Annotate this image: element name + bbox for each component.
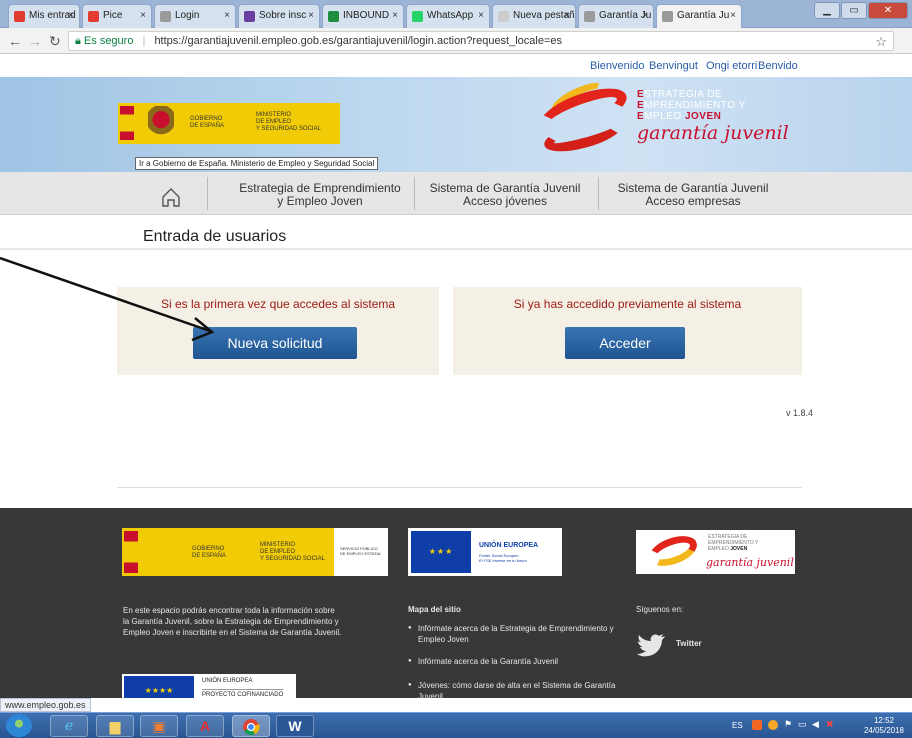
site-footer: GOBIERNO DE ESPAÑA MINISTERIO DE EMPLEO Y S… — [0, 508, 912, 698]
file-explorer-icon[interactable]: ▆ — [96, 715, 134, 737]
footer-government-logo[interactable]: GOBIERNO DE ESPAÑA MINISTERIO DE EMPLEO Y S… — [122, 528, 388, 576]
twitter-icon[interactable] — [636, 633, 666, 657]
footer-gov-text: GOBIERNO DE ESPAÑA — [192, 546, 226, 559]
tab-close-icon[interactable]: × — [564, 10, 570, 21]
web-page: Bienvenido Benvingut Ongi etorri Benvido… — [0, 55, 912, 698]
sitemap-link-registration[interactable]: Jóvenes: cómo darse de alta en el Sistem… — [408, 680, 628, 698]
sitemap-heading: Mapa del sitio — [408, 605, 461, 614]
tab-close-icon[interactable]: × — [68, 10, 74, 21]
alert-icon[interactable]: ✖ — [826, 719, 836, 729]
tab-favicon-icon — [584, 11, 595, 22]
tab-close-icon[interactable]: × — [224, 10, 230, 21]
browser-tab[interactable]: Pice × — [82, 4, 152, 28]
tab-favicon-icon — [412, 11, 423, 22]
chrome-icon[interactable] — [232, 715, 270, 737]
tab-close-icon[interactable]: × — [478, 10, 484, 21]
logo-swirl — [645, 530, 701, 572]
footer-garantia-juvenil-logo[interactable]: ESTRATEGIA DE EMPRENDIMIENTO Y EMPLEO JOV… — [636, 530, 795, 574]
tab-favicon-icon — [328, 11, 339, 22]
browser-tab[interactable]: Sobre insc × — [238, 4, 320, 28]
tab-close-icon[interactable]: × — [140, 10, 146, 21]
sitemap-link-garantia[interactable]: Infórmate acerca de la Garantía Juvenil — [408, 656, 628, 667]
status-bar-url: www.empleo.gob.es — [0, 698, 91, 712]
internet-explorer-icon[interactable]: e — [50, 715, 88, 737]
footer-sepe-logo: SERVICIO PÚBLICO DE EMPLEO ESTATAL — [334, 528, 388, 576]
eu-flag-icon: ★★★★ — [124, 676, 194, 698]
annotation-arrow — [0, 256, 215, 342]
footer-gj-script: garantía juvenil — [706, 556, 794, 569]
follow-label: Síguenos en: — [636, 605, 684, 614]
eu-flag-icon: ★★★ — [411, 531, 471, 573]
tab-favicon-icon — [88, 11, 99, 22]
tab-favicon-icon — [662, 11, 673, 22]
browser-tab[interactable]: Login × — [154, 4, 236, 28]
browser-tab-strip: Mis entrad × Pice × Login × Sobre insc × INBOUND… — [0, 0, 912, 28]
start-button[interactable] — [6, 714, 32, 738]
tab-title: Pice — [103, 10, 123, 21]
footer-gj-text: ESTRATEGIA DE EMPRENDIMIENTO Y EMPLEO JOV… — [708, 534, 759, 552]
eu-title: UNIÓN EUROPEA — [479, 542, 539, 549]
browser-tab[interactable]: Mis entrad × — [8, 4, 80, 28]
lock-icon: 🔒︎ — [75, 35, 81, 47]
tab-favicon-icon — [14, 11, 25, 22]
reload-icon[interactable]: ↻ — [49, 33, 61, 50]
clock[interactable]: 12:52 24/05/2018 — [864, 716, 904, 736]
volume-icon[interactable]: ◀ — [812, 719, 822, 729]
bookmark-star-icon[interactable]: ☆ — [875, 33, 887, 51]
close-window-button[interactable]: ✕ — [868, 2, 908, 19]
browser-tab[interactable]: INBOUND × — [322, 4, 404, 28]
secure-label: Es seguro — [83, 35, 134, 47]
system-tray: ES ⚑ ▭ ◀ ✖ 12:52 24/05/2018 — [732, 713, 912, 738]
version-label: v 1.8.4 — [786, 408, 814, 418]
tab-favicon-icon — [244, 11, 255, 22]
flag-strip — [124, 531, 138, 573]
minimize-button[interactable]: ▁ — [814, 2, 840, 19]
tab-favicon-icon — [160, 11, 171, 22]
flag-icon[interactable]: ⚑ — [784, 719, 794, 729]
tab-favicon-icon — [498, 11, 509, 22]
tab-close-icon[interactable]: × — [642, 10, 648, 21]
footer-eu-logo[interactable]: ★★★ UNIÓN EUROPEA Fondo Social Europeo El… — [408, 528, 562, 576]
eu2-subtitle: PROYECTO COFINANCIADO — [202, 689, 284, 698]
window-controls: ▁ ▭ ✕ — [814, 2, 908, 20]
windows-taskbar: e ▆ ▣ A W ES ⚑ ▭ ◀ ✖ 12:52 24/05/2018 — [0, 712, 912, 738]
media-player-icon[interactable]: ▣ — [140, 715, 178, 737]
tab-title: Sobre insc — [259, 10, 307, 21]
footer-eu-cofinanced-logo: ★★★★ UNIÓN EUROPEA PROYECTO COFINANCIADO — [122, 674, 296, 698]
eu-subtitle: Fondo Social Europeo El FSE invierte en t… — [479, 553, 527, 563]
acrobat-icon[interactable]: A — [186, 715, 224, 737]
footer-about-text: En este espacio podrás encontrar toda la… — [123, 606, 342, 637]
address-bar: ← → ↻ 🔒︎ Es seguro | https://garantiajuv… — [0, 28, 912, 54]
network-icon[interactable]: ▭ — [798, 719, 808, 729]
maximize-button[interactable]: ▭ — [841, 2, 867, 19]
tab-title: INBOUND — [343, 10, 390, 21]
browser-tab[interactable]: Nueva pestaña × — [492, 4, 576, 28]
language-indicator[interactable]: ES — [732, 721, 743, 730]
url-input[interactable]: 🔒︎ Es seguro | https://garantiajuvenil.e… — [68, 31, 894, 51]
tab-close-icon[interactable]: × — [392, 10, 398, 21]
word-icon[interactable]: W — [276, 715, 314, 737]
tray-app-icon[interactable] — [752, 720, 762, 730]
eu2-title: UNIÓN EUROPEA — [202, 678, 253, 684]
twitter-link[interactable]: Twitter — [676, 639, 702, 648]
tray-update-icon[interactable] — [768, 720, 778, 730]
browser-tab[interactable]: WhatsApp × — [406, 4, 490, 28]
browser-tab[interactable]: Garantía Ju × — [656, 4, 742, 28]
tab-title: Login — [175, 10, 200, 21]
tab-title: Garantía Ju — [677, 10, 730, 21]
tab-close-icon[interactable]: × — [308, 10, 314, 21]
url-text: https://garantiajuvenil.empleo.gob.es/ga… — [154, 35, 563, 47]
footer-ministry-text: MINISTERIO DE EMPLEO Y SEGURIDAD SOCIAL — [260, 542, 325, 562]
url-separator: | — [142, 35, 146, 47]
content-divider — [117, 487, 802, 488]
back-icon[interactable]: ← — [8, 33, 22, 49]
forward-icon[interactable]: → — [28, 33, 42, 49]
tab-title: WhatsApp — [427, 10, 474, 21]
browser-tab[interactable]: Garantía Ju × — [578, 4, 654, 28]
sitemap-link-strategy[interactable]: Infórmate acerca de la Estrategia de Emp… — [408, 623, 628, 645]
tab-close-icon[interactable]: × — [730, 10, 736, 21]
